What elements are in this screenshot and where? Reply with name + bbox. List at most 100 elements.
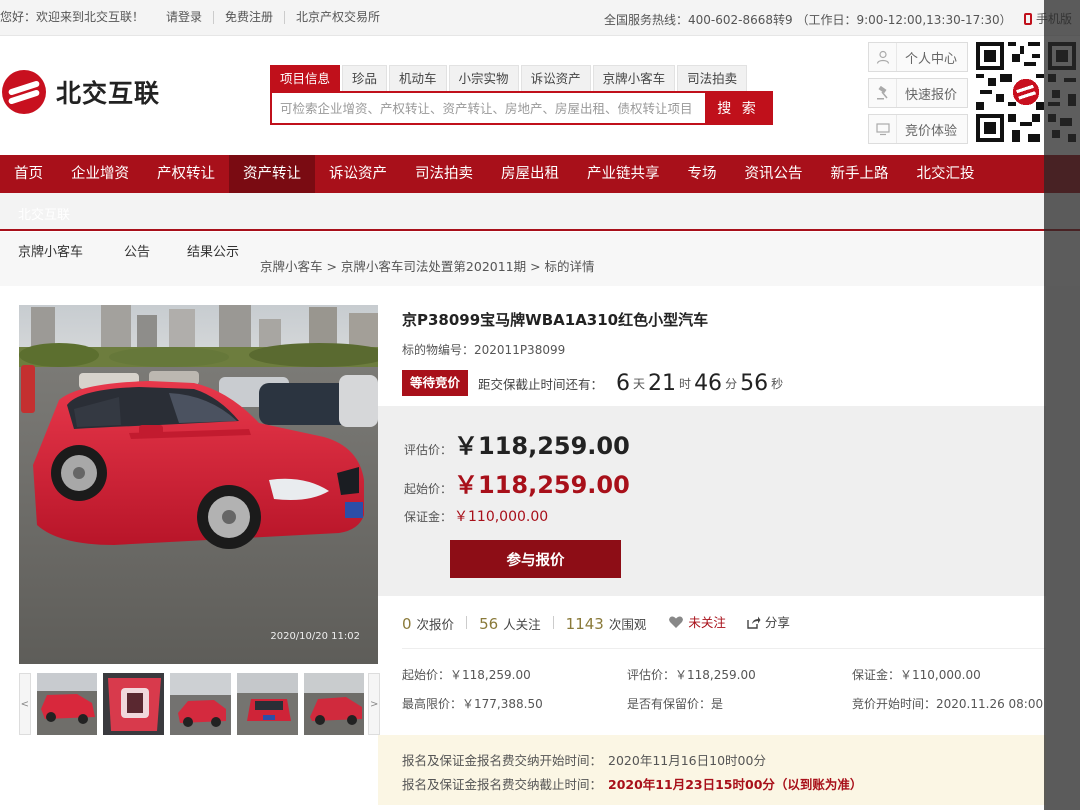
search-tab-small-goods[interactable]: 小宗实物	[448, 65, 519, 91]
login-link[interactable]: 请登录	[155, 11, 215, 24]
detail-reserve-price: 是否有保留价：是	[627, 697, 724, 711]
phone-icon	[1024, 12, 1032, 25]
countdown-seconds: 56	[740, 370, 769, 396]
deposit-label: 保证金：	[404, 510, 453, 524]
thumbnail[interactable]	[103, 673, 165, 735]
search-tab-beijing-plates[interactable]: 京牌小客车	[592, 65, 676, 91]
countdown-days-unit: 天	[633, 376, 646, 391]
thumb-next-button[interactable]: >	[368, 673, 381, 735]
lot-number-value: 202011P38099	[474, 343, 566, 357]
follower-count-label: 人关注	[503, 616, 541, 632]
nav-litigation-assets[interactable]: 诉讼资产	[315, 155, 401, 193]
thumbnail-strip: < >	[19, 671, 381, 737]
top-bar: 您好：欢迎来到北交互联！ 请登录 免费注册 北京产权交易所 全国服务热线：400…	[0, 0, 1080, 36]
nav-industry-chain[interactable]: 产业链共享	[573, 155, 674, 193]
deposit-value: ￥110,000.00	[454, 509, 549, 525]
main-car-photo[interactable]: 2020/10/20 11:02	[19, 305, 378, 664]
thumb-prev-button[interactable]: <	[19, 673, 31, 735]
main-nav: 首页 企业增资 产权转让 资产转让 诉讼资产 司法拍卖 房屋出租 产业链共享 专…	[0, 155, 1080, 193]
start-price-row: 起始价： ￥118,259.00	[404, 465, 630, 500]
view-count-label: 次围观	[608, 616, 647, 632]
nav-special[interactable]: 专场	[674, 155, 731, 193]
registration-end-value: 2020年11月23日15时00分（以到账为准）	[608, 777, 863, 792]
nav-home[interactable]: 首页	[0, 155, 57, 193]
subnav-beijing-plates[interactable]: 京牌小客车	[18, 241, 83, 260]
subnav-results[interactable]: 结果公示	[187, 241, 239, 260]
personal-center-label: 个人中心	[905, 51, 958, 67]
quick-bid-button[interactable]: 快速报价	[868, 78, 968, 108]
search-tab-litigation[interactable]: 诉讼资产	[520, 65, 591, 91]
monitor-icon	[869, 115, 897, 143]
thumbnail[interactable]	[36, 673, 98, 735]
registration-end-line: 报名及保证金报名费交纳截止时间： 2020年11月23日15时00分（以到账为准）	[402, 774, 862, 793]
search-input[interactable]	[272, 93, 705, 123]
status-row: 等待竞价 距交保截止时间还有： 6天 21 时 46 分 56 秒	[402, 370, 783, 396]
bid-count-label: 次报价	[416, 616, 455, 632]
hotline-text: 全国服务热线：400-602-8668转9 （工作日：9:00-12:00,13…	[604, 13, 1012, 27]
divider	[552, 615, 554, 629]
nav-judicial-auction[interactable]: 司法拍卖	[401, 155, 487, 193]
follow-button[interactable]: 未关注	[668, 612, 726, 631]
site-logo[interactable]: 北交互联	[2, 70, 160, 114]
subnav-announcements[interactable]: 公告	[124, 241, 150, 260]
greeting-text: 您好：欢迎来到北交互联！	[0, 10, 145, 24]
status-badge: 等待竞价	[402, 370, 469, 396]
exchange-link[interactable]: 北京产权交易所	[285, 11, 391, 24]
countdown-hours-unit: 时	[679, 376, 692, 391]
divider	[466, 615, 468, 629]
sub-bar: 北交互联	[0, 193, 1080, 231]
place-bid-button[interactable]: 参与报价	[450, 540, 621, 578]
personal-center-button[interactable]: 个人中心	[868, 42, 968, 72]
item-title: 京P38099宝马牌WBA1A310红色小型汽车	[402, 311, 709, 329]
search-box: 搜 索	[270, 91, 773, 125]
nav-beginners[interactable]: 新手上路	[817, 155, 903, 193]
nav-investment[interactable]: 北交汇投	[903, 155, 989, 193]
follower-count: 56	[479, 614, 499, 633]
detail-max-price: 最高限价：￥177,388.50	[402, 697, 543, 711]
countdown-minutes-unit: 分	[725, 376, 738, 391]
thumbnail[interactable]	[303, 673, 365, 735]
search-tab-project-info[interactable]: 项目信息	[270, 65, 341, 91]
nav-equity-transfer[interactable]: 产权转让	[143, 155, 229, 193]
countdown-hours: 21	[648, 370, 677, 396]
search-tab-judicial[interactable]: 司法拍卖	[677, 65, 748, 91]
detail-deposit: 保证金：￥110,000.00	[852, 668, 981, 682]
follow-label: 未关注	[688, 615, 726, 630]
thumbnail[interactable]	[236, 673, 298, 735]
registration-end-label: 报名及保证金报名费交纳截止时间：	[402, 777, 603, 792]
detail-start-price: 起始价：￥118,259.00	[402, 668, 531, 682]
share-button[interactable]: 分享	[746, 612, 790, 631]
registration-start-value: 2020年11月16日10时00分	[608, 753, 766, 768]
appraisal-price-row: 评估价： ￥118,259.00	[404, 426, 630, 461]
detail-appraisal-price: 评估价：￥118,259.00	[627, 668, 756, 682]
quick-bid-label: 快速报价	[905, 87, 958, 103]
bid-count: 0	[402, 614, 412, 633]
lot-number: 标的物编号：202011P38099	[402, 341, 565, 358]
search-button[interactable]: 搜 索	[705, 93, 771, 123]
registration-start-line: 报名及保证金报名费交纳开始时间： 2020年11月16日10时00分	[402, 750, 766, 769]
right-overlay	[1044, 0, 1080, 810]
car-photo-image	[19, 305, 378, 664]
nav-capital-increase[interactable]: 企业增资	[57, 155, 143, 193]
nav-house-rental[interactable]: 房屋出租	[487, 155, 573, 193]
breadcrumb[interactable]: 京牌小客车 > 京牌小客车司法处置第202011期 > 标的详情	[260, 256, 595, 275]
search-tab-vehicles[interactable]: 机动车	[389, 65, 447, 91]
thumbnail[interactable]	[170, 673, 231, 735]
share-icon	[747, 616, 761, 629]
search-tab-treasures[interactable]: 珍品	[342, 65, 388, 91]
bid-experience-button[interactable]: 竞价体验	[868, 114, 968, 144]
registration-start-label: 报名及保证金报名费交纳开始时间：	[402, 753, 603, 768]
user-shortcuts: 个人中心 快速报价 竞价体验	[868, 42, 968, 144]
logo-text: 北交互联	[56, 79, 161, 108]
countdown-label: 距交保截止时间还有：	[478, 376, 604, 392]
photo-timestamp: 2020/10/20 11:02	[270, 631, 360, 642]
gavel-icon	[869, 79, 897, 107]
search-tabs: 项目信息 珍品 机动车 小宗实物 诉讼资产 京牌小客车 司法拍卖	[270, 65, 749, 91]
nav-news[interactable]: 资讯公告	[731, 155, 817, 193]
stats-divider	[402, 648, 1046, 649]
nav-asset-transfer[interactable]: 资产转让	[229, 155, 315, 193]
lot-number-label: 标的物编号：	[402, 343, 475, 357]
appraisal-price-label: 评估价：	[404, 443, 453, 457]
stats-row: 0 次报价 56 人关注 1143 次围观 未关注 分享	[402, 612, 790, 633]
register-link[interactable]: 免费注册	[214, 11, 286, 24]
